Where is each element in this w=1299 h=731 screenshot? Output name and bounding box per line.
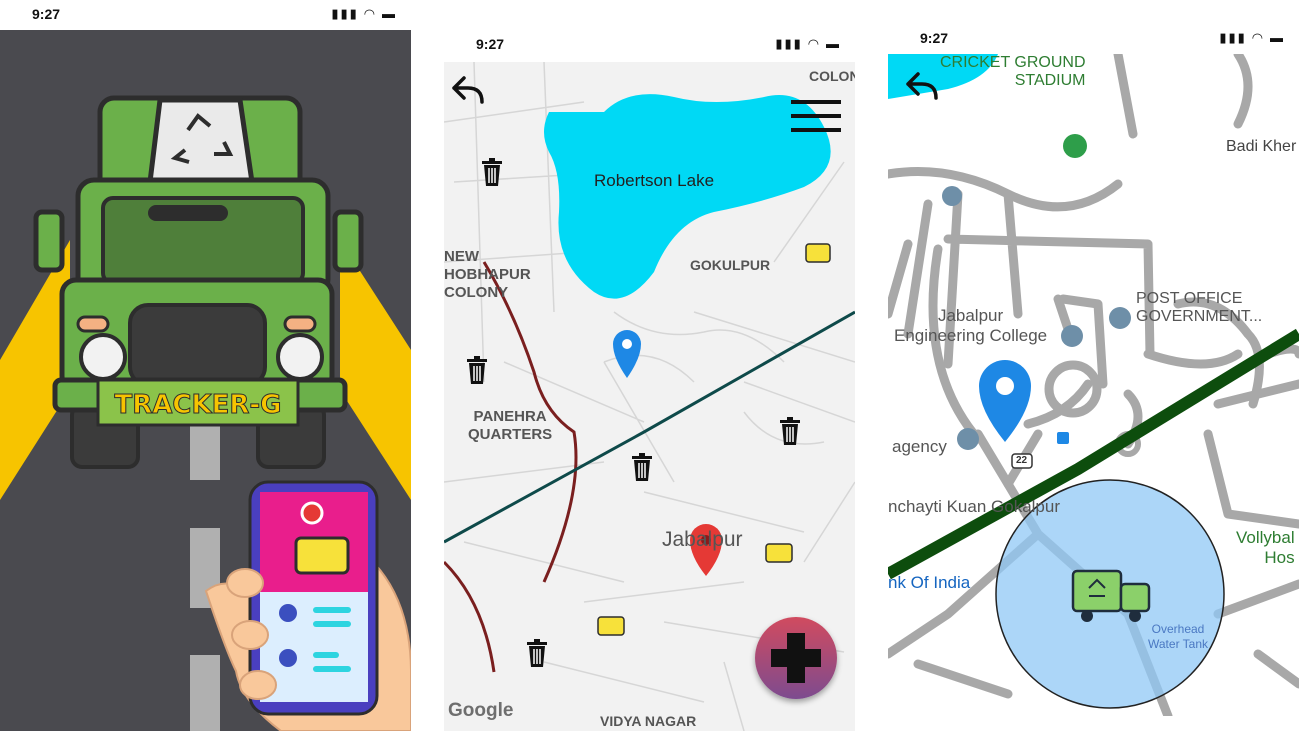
trash-bin-icon[interactable] [525,638,549,668]
trash-bin-icon[interactable] [778,416,802,446]
map-label-robertson-lake: Robertson Lake [594,171,715,190]
user-location-pin-icon [613,330,641,378]
map-label-jabalpur: Jabalpur [662,528,743,551]
map-label-agency: agency [892,437,947,456]
status-bar: 9:27 ▮▮▮ ◠ ▬ [0,0,411,30]
detail-map-view[interactable]: 22 CRICKET GROUND STADIUM Badi Kher Jaba… [888,54,1299,716]
map-label-panehra-quarters: PANEHRA QUARTERS [468,408,553,443]
park-icon [1063,134,1087,158]
add-icon [771,633,821,683]
trash-bin-icon[interactable] [630,452,654,482]
bus-stop-icon [1057,432,1069,444]
map-label-panchayti-kuan: nchayti Kuan Gokalpur [888,497,1060,516]
back-button[interactable] [446,74,486,108]
status-bar: 9:27 ▮▮▮ ◠ ▬ [444,30,855,60]
map-label-colony-top: COLON [809,68,855,84]
map-label-overhead-water-tank: Overhead Water Tank [1148,622,1209,651]
status-time: 9:27 [476,36,505,52]
map-label-new-shobhapur-colony: NEW HOBHAPUR COLONY [444,248,531,301]
college-icon [1061,325,1083,347]
status-icons: ▮▮▮ ◠ ▬ [775,36,841,51]
back-arrow-icon [452,76,484,104]
robertson-lake-water [544,94,831,299]
back-arrow-icon [906,72,938,100]
back-button[interactable] [900,70,940,104]
map-label-bank-of-india: nk Of India [888,573,971,592]
map-label-post-office: POST OFFICE GOVERNMENT... [1136,290,1263,325]
splash-screen: 9:27 ▮▮▮ ◠ ▬ TRACKER-G [0,0,411,731]
splash-illustration: TRACKER-G [0,30,411,731]
brand-plate-text: TRACKER-G [114,390,281,420]
status-icons: ▮▮▮ ◠ ▬ [331,6,397,21]
pin-icon [300,501,324,525]
garbage-truck-icon [294,536,350,575]
map-label-cricket-ground: CRICKET GROUND STADIUM [940,54,1086,89]
status-bar: 9:27 ▮▮▮ ◠ ▬ [888,24,1299,54]
status-icons: ▮▮▮ ◠ ▬ [1219,30,1285,45]
poi-icon [942,186,962,206]
map-label-jabalpur-engineering-college: Jabalpur Engineering College [894,306,1048,345]
map-label-gokulpur: GOKULPUR [690,257,771,273]
trash-bin-icon[interactable] [465,355,489,385]
status-time: 9:27 [32,6,61,22]
map-screen: 9:27 ▮▮▮ ◠ ▬ COLON Robertson Lake NEW HO… [444,30,855,731]
menu-button[interactable] [791,96,841,136]
post-office-icon [1109,307,1131,329]
add-fab-button[interactable] [755,617,837,699]
status-time: 9:27 [920,30,949,46]
map-label-vidya-nagar: VIDYA NAGAR [600,713,697,729]
detail-map-screen: 9:27 ▮▮▮ ◠ ▬ 22 CRICKET GROUND STADIUM B… [888,24,1299,731]
menu-icon [791,100,841,132]
railway-line [444,261,578,673]
road-badge-text: 22 [1016,455,1028,466]
google-logo: Google [448,700,514,721]
map-view[interactable]: COLON Robertson Lake NEW HOBHAPUR COLONY… [444,62,855,731]
trash-bin-icon[interactable] [480,157,504,187]
agency-icon [957,428,979,450]
map-label-badi-kher: Badi Kher [1226,138,1297,155]
map-label-vollyball: Vollybal Hos [1236,528,1295,567]
user-location-pin-icon [979,360,1031,442]
